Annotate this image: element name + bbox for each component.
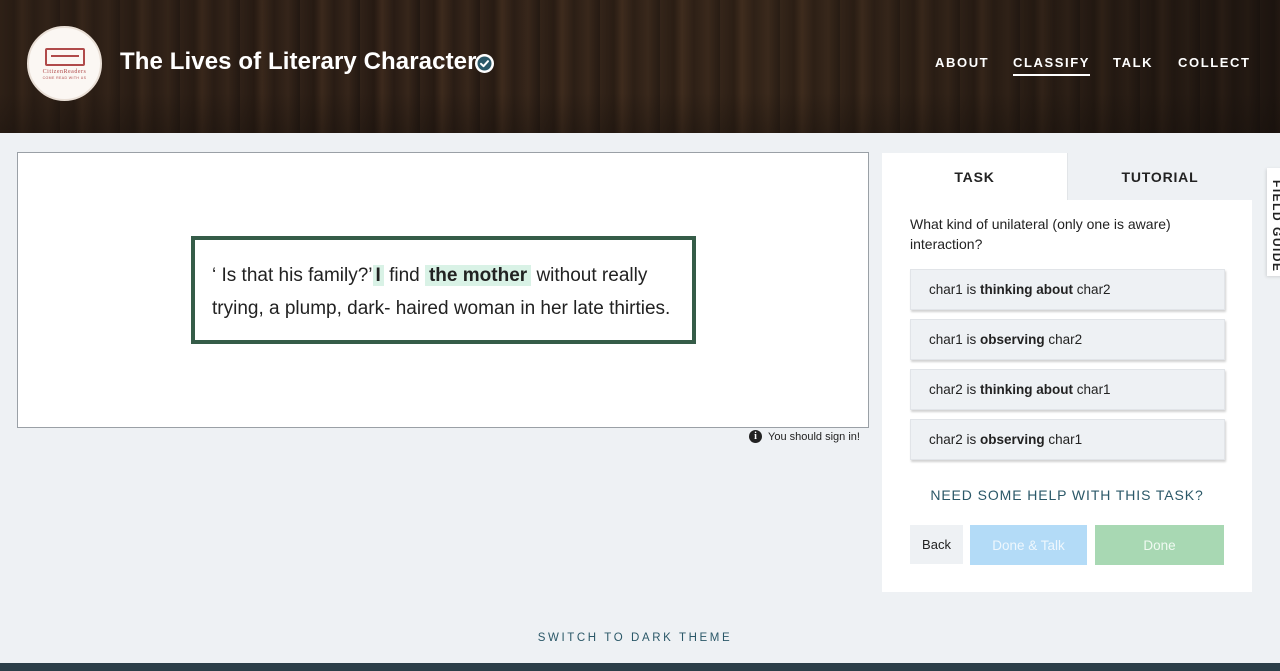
field-guide-label[interactable]: FIELD GUIDE (1270, 180, 1280, 273)
answer-text-bold: thinking about (980, 382, 1074, 397)
answer-text: char2 (1076, 282, 1111, 297)
help-link[interactable]: NEED SOME HELP WITH THIS TASK? (882, 487, 1252, 503)
signin-text: You should sign in! (768, 430, 860, 443)
done-button[interactable]: Done (1095, 525, 1224, 565)
project-logo[interactable]: CitizenReaders COME READ WITH US (27, 26, 102, 101)
answer-text: char1 (1076, 382, 1111, 397)
logo-text: CitizenReaders (42, 68, 87, 75)
answer-text: char1 is (929, 332, 977, 347)
answer-char2-thinking-about-char1[interactable]: char2 is thinking about char1 (910, 369, 1225, 410)
nav-about[interactable]: ABOUT (935, 55, 989, 70)
signin-notice: i You should sign in! (749, 430, 860, 443)
tab-tutorial[interactable]: TUTORIAL (1067, 153, 1252, 200)
answer-text: char2 is (929, 382, 977, 397)
subject-viewer[interactable]: ‘ Is that his family?’ I find the mother … (17, 152, 869, 428)
answer-text-bold: observing (980, 332, 1045, 347)
footer-bar (0, 663, 1280, 671)
switch-theme-link[interactable]: SWITCH TO DARK THEME (0, 632, 1270, 644)
highlight-character-2: the mother (424, 265, 532, 286)
nav-collect[interactable]: COLLECT (1178, 55, 1251, 70)
check-circle-icon (475, 54, 494, 73)
tab-task[interactable]: TASK (882, 153, 1067, 200)
nav-talk[interactable]: TALK (1113, 55, 1153, 70)
nav-classify[interactable]: CLASSIFY (1013, 55, 1091, 76)
task-panel: TASK TUTORIAL What kind of unilateral (o… (882, 153, 1252, 592)
answer-text-bold: thinking about (980, 282, 1074, 297)
text-passage: ‘ Is that his family?’ I find the mother … (191, 236, 696, 344)
done-and-talk-button[interactable]: Done & Talk (970, 525, 1087, 565)
back-button[interactable]: Back (910, 525, 963, 564)
answer-char2-observing-char1[interactable]: char2 is observing char1 (910, 419, 1225, 460)
answer-text-bold: observing (980, 432, 1045, 447)
answer-text: char2 is (929, 432, 977, 447)
info-icon: i (749, 430, 762, 443)
passage-text: ‘ Is that his family?’ (212, 265, 373, 286)
highlight-character-1: I (372, 265, 384, 286)
answer-char1-observing-char2[interactable]: char1 is observing char2 (910, 319, 1225, 360)
project-header: CitizenReaders COME READ WITH US The Liv… (0, 0, 1280, 133)
task-question: What kind of unilateral (only one is awa… (910, 216, 1171, 252)
logo-subtext: COME READ WITH US (42, 75, 87, 80)
answer-text: char1 is (929, 282, 977, 297)
answer-text: char1 (1048, 432, 1083, 447)
answer-text: char2 (1048, 332, 1083, 347)
passage-text: find (389, 265, 420, 286)
book-icon (44, 47, 85, 66)
answer-char1-thinking-about-char2[interactable]: char1 is thinking about char2 (910, 269, 1225, 310)
project-title[interactable]: The Lives of Literary Characters (120, 48, 490, 76)
